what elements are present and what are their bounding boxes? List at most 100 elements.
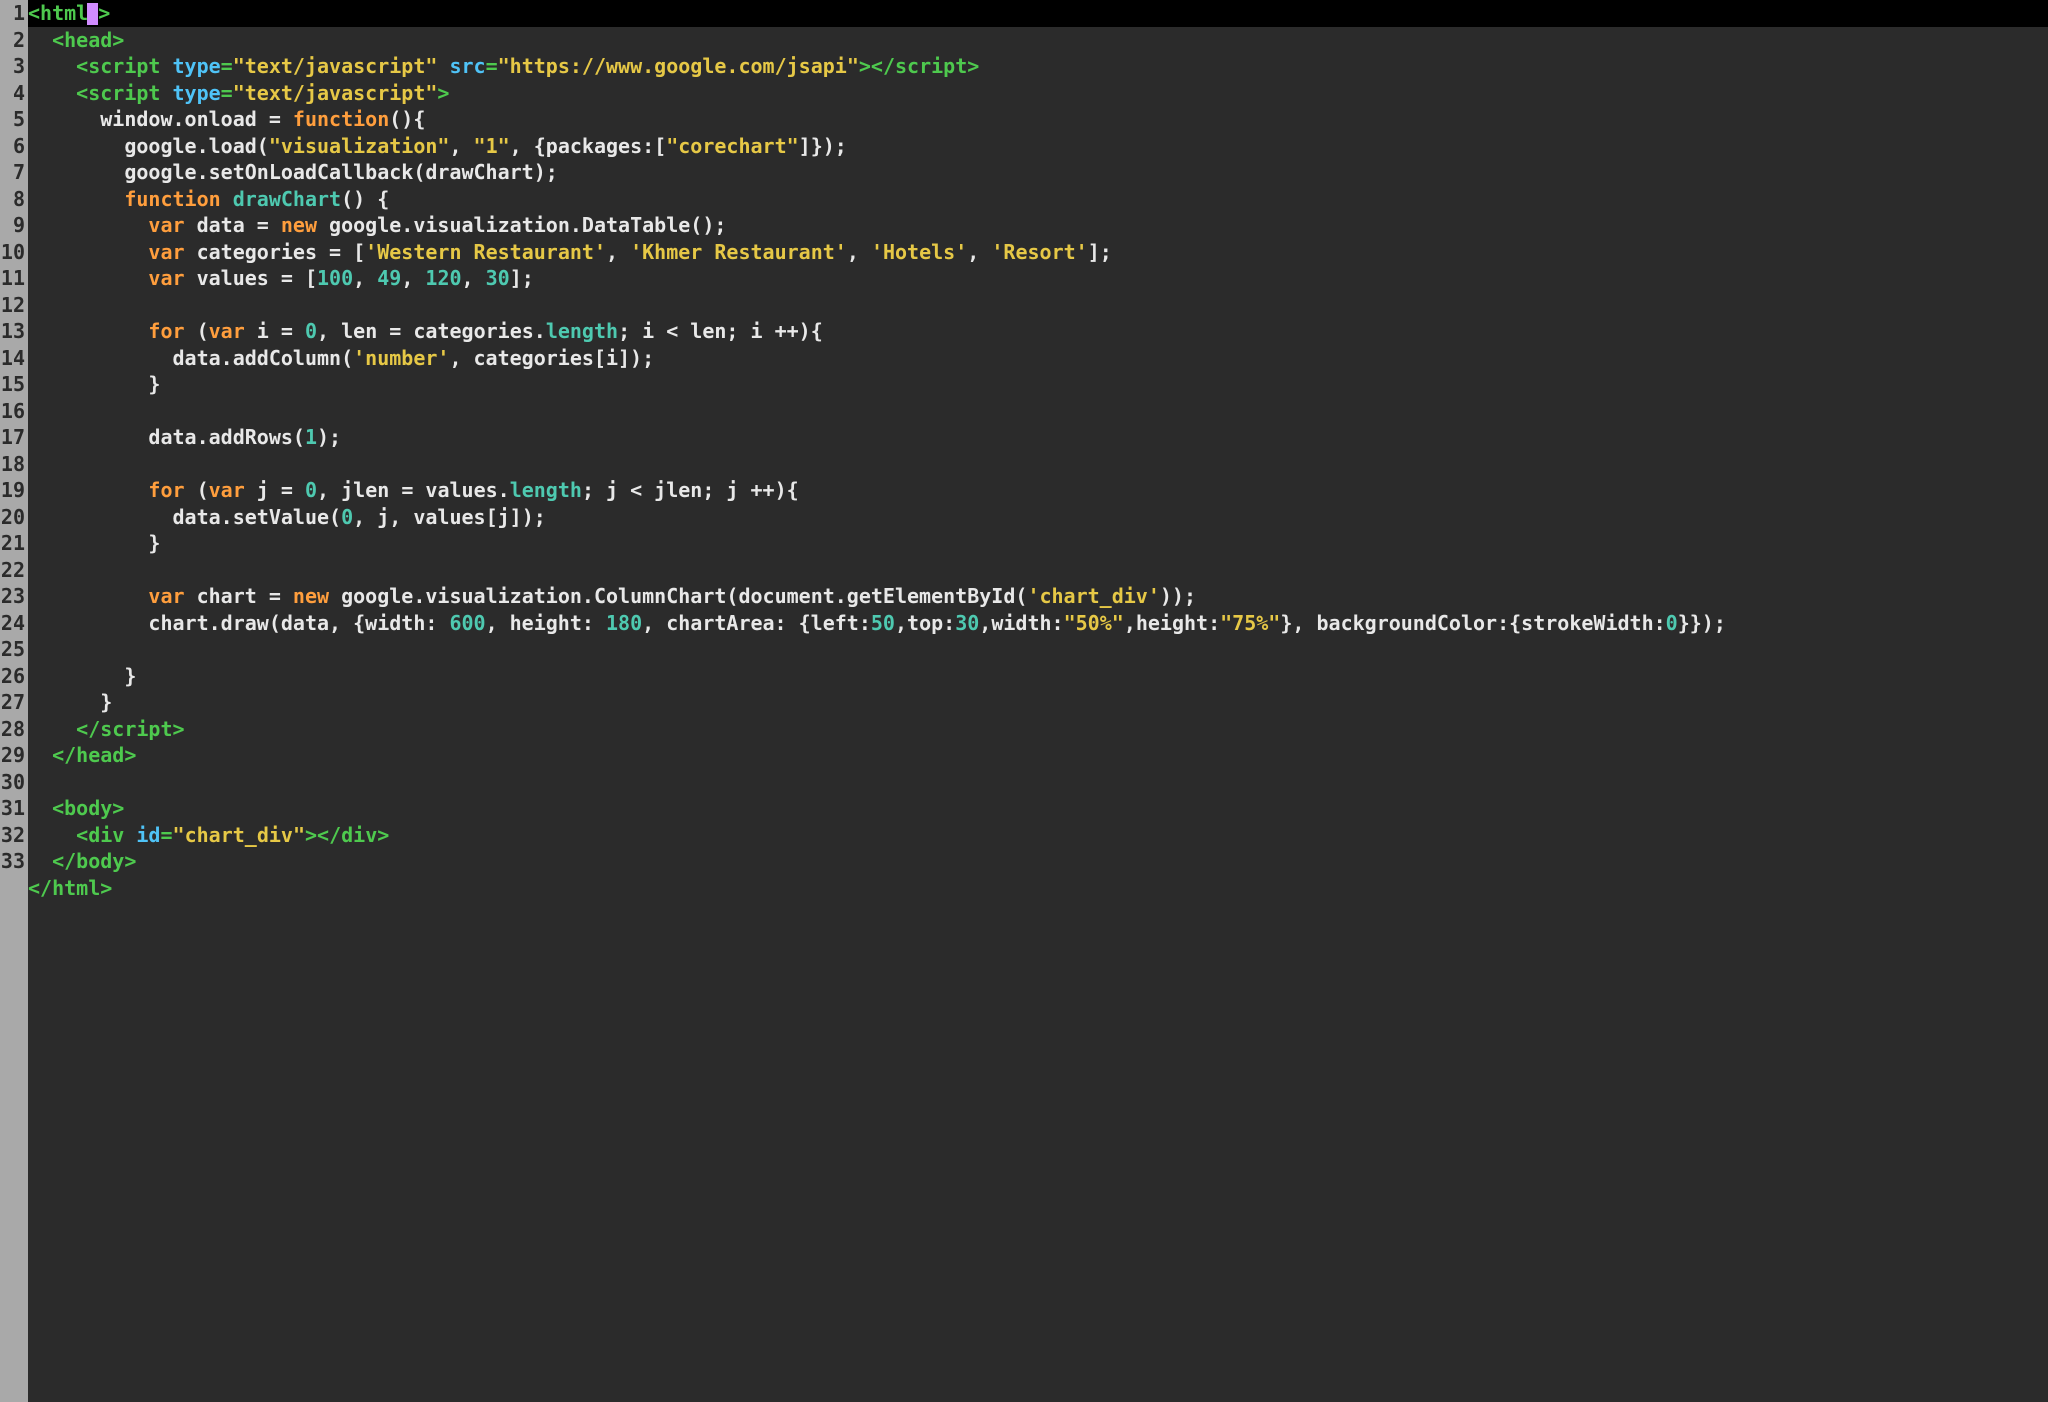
- token-id: [28, 743, 52, 767]
- code-line[interactable]: }: [28, 530, 2048, 557]
- token-str: 'Western Restaurant': [365, 240, 606, 264]
- token-id: [28, 187, 124, 211]
- line-number: 20: [0, 504, 26, 531]
- code-line[interactable]: <head>: [28, 27, 2048, 54]
- line-number: 25: [0, 636, 26, 663]
- code-line[interactable]: google.load("visualization", "1", {packa…: [28, 133, 2048, 160]
- token-str: "chart_div": [173, 823, 305, 847]
- code-line[interactable]: [28, 769, 2048, 796]
- code-line[interactable]: <div id="chart_div"></div>: [28, 822, 2048, 849]
- token-tag: <div: [76, 823, 136, 847]
- line-number: 21: [0, 530, 26, 557]
- code-line[interactable]: var values = [100, 49, 120, 30];: [28, 265, 2048, 292]
- code-line[interactable]: var data = new google.visualization.Data…: [28, 212, 2048, 239]
- line-number: 33: [0, 848, 26, 875]
- token-id: ,width:: [979, 611, 1063, 635]
- token-str: 'number': [353, 346, 449, 370]
- token-id: , jlen = values.: [317, 478, 510, 502]
- token-id: data.setValue(: [28, 505, 341, 529]
- token-id: [28, 478, 148, 502]
- code-line[interactable]: }: [28, 689, 2048, 716]
- token-id: }});: [1678, 611, 1726, 635]
- line-number: 13: [0, 318, 26, 345]
- token-num: 30: [486, 266, 510, 290]
- token-str: "visualization": [269, 134, 450, 158]
- line-number: 15: [0, 371, 26, 398]
- code-area[interactable]: <html> <head> <script type="text/javascr…: [28, 0, 2048, 1402]
- token-prop: length: [510, 478, 582, 502]
- token-id: ]});: [799, 134, 847, 158]
- token-str: "50%": [1064, 611, 1124, 635]
- token-str: "text/javascript": [233, 81, 438, 105]
- token-num: 1: [305, 425, 317, 449]
- cursor: [87, 3, 98, 25]
- token-id: , chartArea: {left:: [642, 611, 871, 635]
- token-id: }: [28, 690, 112, 714]
- code-line[interactable]: function drawChart() {: [28, 186, 2048, 213]
- token-id: [28, 717, 76, 741]
- token-id: [28, 213, 148, 237]
- token-id: google.load(: [28, 134, 269, 158]
- code-line[interactable]: for (var j = 0, jlen = values.length; j …: [28, 477, 2048, 504]
- code-line[interactable]: google.setOnLoadCallback(drawChart);: [28, 159, 2048, 186]
- code-line[interactable]: var chart = new google.visualization.Col…: [28, 583, 2048, 610]
- code-line[interactable]: </body>: [28, 848, 2048, 875]
- token-kw: new: [293, 584, 329, 608]
- line-number: 7: [0, 159, 26, 186]
- token-tag: [437, 54, 449, 78]
- code-line[interactable]: data.addRows(1);: [28, 424, 2048, 451]
- code-line[interactable]: for (var i = 0, len = categories.length;…: [28, 318, 2048, 345]
- code-line[interactable]: [28, 451, 2048, 478]
- code-line[interactable]: </html>: [28, 875, 2048, 902]
- code-line[interactable]: <script type="text/javascript" src="http…: [28, 53, 2048, 80]
- token-id: [28, 240, 148, 264]
- token-id: , height:: [486, 611, 606, 635]
- code-line-wrap[interactable]: [28, 636, 2048, 663]
- token-tag: </html>: [28, 876, 112, 900]
- line-number: 5: [0, 106, 26, 133]
- line-number: 19: [0, 477, 26, 504]
- code-line[interactable]: <html>: [28, 0, 2048, 27]
- token-id: window.onload =: [28, 107, 293, 131]
- token-str: "https://www.google.com/jsapi": [498, 54, 859, 78]
- code-line[interactable]: window.onload = function(){: [28, 106, 2048, 133]
- line-number: 8: [0, 186, 26, 213]
- code-line[interactable]: }: [28, 663, 2048, 690]
- line-number: 27: [0, 689, 26, 716]
- token-id: ,: [462, 266, 486, 290]
- code-line[interactable]: data.addColumn('number', categories[i]);: [28, 345, 2048, 372]
- token-id: ; i < len; i ++){: [618, 319, 823, 343]
- line-number: 28: [0, 716, 26, 743]
- token-str: 'Resort': [991, 240, 1087, 264]
- code-line[interactable]: data.setValue(0, j, values[j]);: [28, 504, 2048, 531]
- token-id: ,: [606, 240, 630, 264]
- code-line[interactable]: var categories = ['Western Restaurant', …: [28, 239, 2048, 266]
- token-kw: var: [148, 240, 184, 264]
- token-id: data.addRows(: [28, 425, 305, 449]
- code-line[interactable]: </script>: [28, 716, 2048, 743]
- code-line[interactable]: [28, 398, 2048, 425]
- line-number: 10: [0, 239, 26, 266]
- token-str: 'Hotels': [871, 240, 967, 264]
- token-str: 'chart_div': [1027, 584, 1159, 608]
- code-line[interactable]: [28, 292, 2048, 319]
- code-line[interactable]: </head>: [28, 742, 2048, 769]
- token-tag: =: [486, 54, 498, 78]
- line-number: 1: [0, 0, 26, 27]
- token-id: [221, 187, 233, 211]
- token-id: ,: [967, 240, 991, 264]
- token-id: ,height:: [1124, 611, 1220, 635]
- code-line[interactable]: <script type="text/javascript">: [28, 80, 2048, 107]
- token-fn: drawChart: [233, 187, 341, 211]
- code-line[interactable]: chart.draw(data, {width: 600, height: 18…: [28, 610, 2048, 637]
- code-line[interactable]: [28, 557, 2048, 584]
- token-id: [28, 266, 148, 290]
- line-number: 2: [0, 27, 26, 54]
- line-number: 31: [0, 795, 26, 822]
- code-line[interactable]: <body>: [28, 795, 2048, 822]
- code-line[interactable]: }: [28, 371, 2048, 398]
- token-tag: =: [221, 54, 233, 78]
- code-editor[interactable]: 1234567891011121314151617181920212223242…: [0, 0, 2048, 1402]
- token-id: [28, 796, 52, 820]
- line-number: 22: [0, 557, 26, 584]
